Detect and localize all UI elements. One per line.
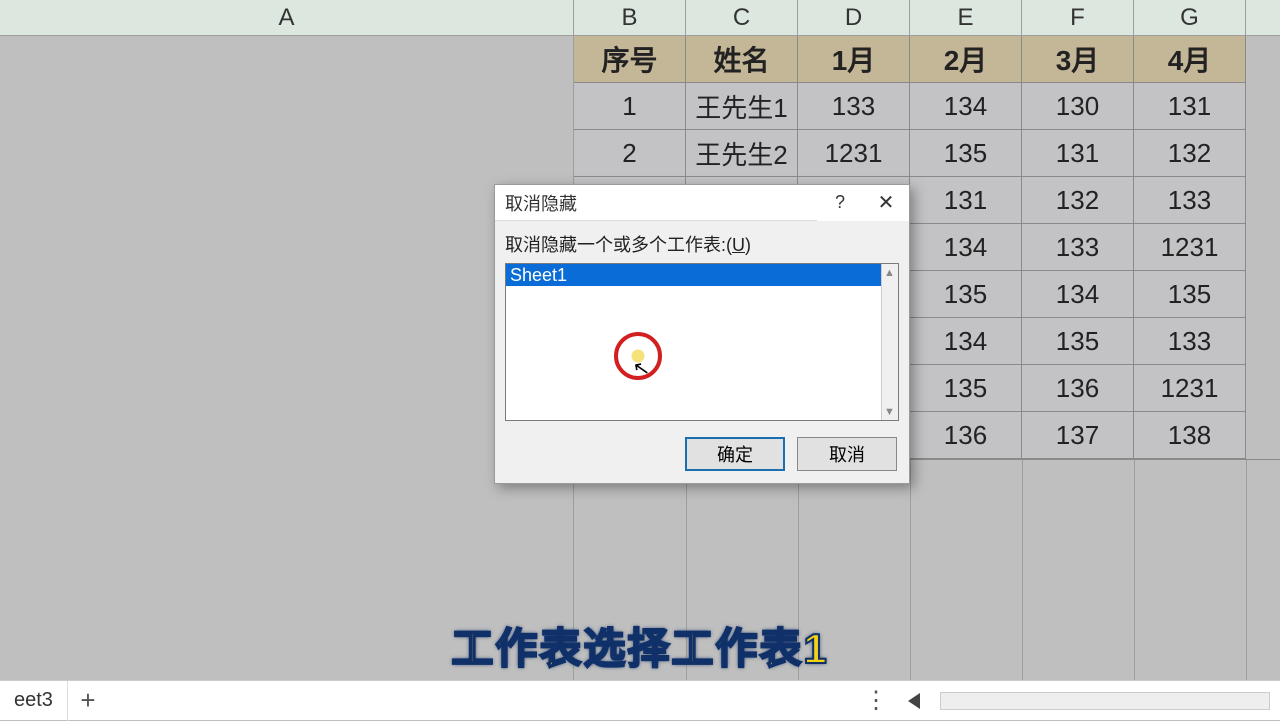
scroll-up-icon[interactable]: ▲ [881,264,898,281]
cell[interactable]: 131 [1134,83,1246,130]
add-sheet-button[interactable]: + [68,685,108,716]
cell[interactable]: 1231 [1134,365,1246,412]
dialog-label: 取消隐藏一个或多个工作表:(U) [505,231,899,257]
scroll-left-icon[interactable] [908,693,920,709]
table-row: 2 王先生2 1231 135 131 132 [574,130,1280,177]
cell[interactable]: 134 [910,83,1022,130]
col-header-E[interactable]: E [910,0,1022,36]
cell[interactable]: 133 [798,83,910,130]
cell[interactable]: 131 [910,177,1022,224]
cell[interactable]: 2 [574,130,686,177]
cell[interactable]: 134 [1022,271,1134,318]
cell[interactable]: 136 [1022,365,1134,412]
table-row: 1 王先生1 133 134 130 131 [574,83,1280,130]
cell[interactable]: 135 [910,130,1022,177]
col-header-B[interactable]: B [574,0,686,36]
col-header-A[interactable]: A [0,0,574,36]
dialog-titlebar[interactable]: 取消隐藏 ? ✕ [495,185,909,221]
cancel-button[interactable]: 取消 [797,437,897,471]
scroll-down-icon[interactable]: ▼ [881,403,898,420]
list-item[interactable]: Sheet1 [506,264,898,286]
close-button[interactable]: ✕ [863,185,909,221]
cell[interactable]: 135 [1134,271,1246,318]
cell[interactable]: 130 [1022,83,1134,130]
cell[interactable]: 134 [910,318,1022,365]
help-button[interactable]: ? [817,185,863,221]
header-cell[interactable]: 3月 [1022,36,1134,83]
cell[interactable]: 138 [1134,412,1246,459]
cell[interactable]: 133 [1134,318,1246,365]
cell[interactable]: 133 [1022,224,1134,271]
header-cell[interactable]: 1月 [798,36,910,83]
cell[interactable]: 135 [910,365,1022,412]
col-header-C[interactable]: C [686,0,798,36]
sheet-tab-bar: eet3 + ⋮ [0,680,1280,720]
more-icon[interactable]: ⋮ [864,686,888,715]
column-headers: A B C D E F G [0,0,1280,36]
cell[interactable]: 137 [1022,412,1134,459]
cell[interactable]: 135 [910,271,1022,318]
cell[interactable]: 1231 [1134,224,1246,271]
subtitle-caption: 工作表选择工作表1 [0,615,1280,676]
sheet-tab[interactable]: eet3 [0,681,68,721]
cell[interactable]: 133 [1134,177,1246,224]
cell[interactable]: 131 [1022,130,1134,177]
sheet-listbox[interactable]: Sheet1 ▲ ▼ [505,263,899,421]
header-cell[interactable]: 4月 [1134,36,1246,83]
cell[interactable]: 王先生1 [686,83,798,130]
ok-button[interactable]: 确定 [685,437,785,471]
cell[interactable]: 135 [1022,318,1134,365]
header-cell[interactable]: 姓名 [686,36,798,83]
col-header-rest [1246,0,1280,36]
scrollbar-track[interactable] [881,264,898,420]
col-header-D[interactable]: D [798,0,910,36]
dialog-title: 取消隐藏 [505,190,577,216]
header-cell[interactable]: 2月 [910,36,1022,83]
header-cell[interactable]: 序号 [574,36,686,83]
column-a-blank[interactable] [0,36,574,680]
cell[interactable]: 1231 [798,130,910,177]
cell[interactable]: 134 [910,224,1022,271]
cell[interactable]: 1 [574,83,686,130]
horizontal-scrollbar[interactable] [940,692,1270,710]
col-header-F[interactable]: F [1022,0,1134,36]
table-header-row: 序号 姓名 1月 2月 3月 4月 [574,36,1280,83]
cell[interactable]: 136 [910,412,1022,459]
cell[interactable]: 王先生2 [686,130,798,177]
cell[interactable]: 132 [1134,130,1246,177]
cell[interactable]: 132 [1022,177,1134,224]
col-header-G[interactable]: G [1134,0,1246,36]
unhide-dialog: 取消隐藏 ? ✕ 取消隐藏一个或多个工作表:(U) Sheet1 ▲ ▼ 确定 … [494,184,910,484]
